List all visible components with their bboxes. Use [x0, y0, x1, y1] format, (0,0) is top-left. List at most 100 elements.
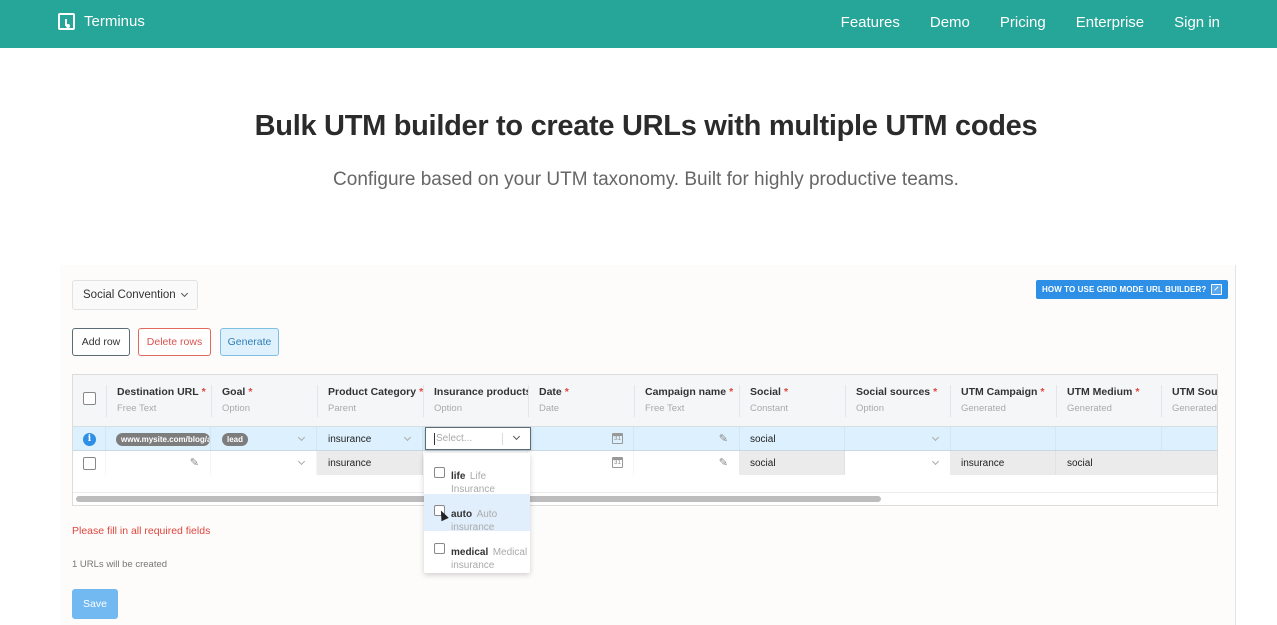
select-divider	[502, 433, 503, 445]
text-caret	[434, 432, 435, 445]
column-header: Destination URL * Free Text	[106, 375, 211, 427]
cell-value: insurance	[328, 433, 372, 445]
cell-value: social	[750, 457, 776, 469]
utm-campaign-cell: insurance	[950, 451, 1056, 475]
brand-name: Terminus	[84, 13, 145, 30]
convention-select-label: Social Convention	[83, 289, 176, 301]
chevron-down-icon	[180, 289, 188, 298]
info-icon[interactable]: i	[83, 432, 96, 446]
chevron-down-icon	[403, 433, 412, 442]
column-header: Social * Constant	[739, 375, 845, 427]
campaign-name-cell[interactable]: ✎	[634, 451, 740, 475]
column-type: Option	[856, 403, 884, 414]
insurance-products-select[interactable]: Select...	[425, 427, 531, 450]
column-title: Product Category	[328, 386, 417, 398]
option-code: medical	[451, 547, 489, 558]
table-row[interactable]: ✎ insurance 31 ✎ social insurance social	[73, 451, 1217, 475]
pencil-icon[interactable]: ✎	[190, 456, 199, 469]
menu-option-medical[interactable]: medical Medical insurance	[424, 532, 530, 571]
calendar-icon[interactable]: 31	[612, 457, 623, 468]
column-title: Date	[539, 386, 562, 398]
cell-value: social	[1067, 457, 1093, 469]
option-code: life	[451, 471, 466, 482]
goal-cell[interactable]	[211, 451, 317, 475]
utm-campaign-cell	[950, 427, 1056, 451]
column-title: UTM Campaign	[961, 386, 1038, 398]
chevron-down-icon[interactable]	[512, 432, 521, 441]
add-row-button[interactable]: Add row	[72, 328, 130, 356]
utm-grid: Destination URL * Free Text Goal * Option …	[72, 374, 1218, 506]
brand-logo-link[interactable]: Terminus	[58, 13, 145, 30]
utm-source-cell	[1161, 451, 1217, 475]
table-row[interactable]: i www.mysite.com/blog/a lead insurance 3…	[73, 427, 1217, 451]
option-code: auto	[451, 509, 473, 520]
column-type: Date	[539, 403, 560, 414]
nav-link-pricing[interactable]: Pricing	[1000, 14, 1046, 31]
column-title: Campaign name	[645, 386, 727, 398]
goal-cell[interactable]: lead	[211, 427, 317, 451]
option-label: Medical	[492, 547, 528, 558]
nav-link-features[interactable]: Features	[841, 14, 900, 31]
destination-url-cell[interactable]: www.mysite.com/blog/a	[106, 427, 211, 451]
required-mark: *	[933, 386, 938, 398]
generate-button[interactable]: Generate	[220, 328, 279, 356]
required-mark: *	[783, 386, 789, 398]
option-label: Auto	[476, 509, 498, 520]
column-type: Option	[222, 403, 250, 414]
row-select-cell	[73, 451, 106, 475]
column-type: Option	[434, 403, 462, 414]
product-category-cell[interactable]: insurance	[317, 427, 423, 451]
column-title: Goal	[222, 386, 246, 398]
insurance-products-menu: life Life Insurance auto Auto insurance …	[424, 453, 530, 573]
date-cell[interactable]: 31	[528, 451, 634, 475]
select-all-checkbox[interactable]	[83, 392, 96, 405]
utm-source-cell	[1161, 427, 1217, 451]
pencil-icon[interactable]: ✎	[719, 432, 728, 445]
social-cell: social	[739, 427, 845, 451]
column-title: Social	[750, 386, 781, 398]
empty-row	[73, 475, 1217, 493]
option-checkbox[interactable]	[434, 467, 445, 478]
header-select-all	[73, 375, 106, 427]
pencil-icon[interactable]: ✎	[719, 456, 728, 469]
required-mark: *	[1135, 386, 1140, 398]
destination-url-cell[interactable]: ✎	[106, 451, 211, 475]
campaign-name-cell[interactable]: ✎	[634, 427, 740, 451]
external-link-icon	[1211, 284, 1223, 295]
option-checkbox[interactable]	[434, 543, 445, 554]
hero-subtitle: Configure based on your UTM taxonomy. Bu…	[333, 169, 959, 190]
how-to-use-button[interactable]: HOW TO USE GRID MODE URL BUILDER?	[1036, 280, 1229, 299]
column-title: UTM Medium	[1067, 386, 1133, 398]
option-label-line2: insurance	[451, 560, 495, 571]
row-checkbox[interactable]	[83, 456, 96, 470]
social-cell: social	[739, 451, 845, 475]
convention-select[interactable]: Social Convention	[72, 280, 198, 310]
menu-option-life[interactable]: life Life Insurance	[424, 456, 530, 495]
column-type: Constant	[750, 403, 789, 414]
save-button[interactable]: Save	[72, 589, 118, 619]
nav-link-enterprise[interactable]: Enterprise	[1076, 14, 1144, 31]
chevron-down-icon	[931, 433, 940, 442]
column-title: UTM Sou	[1172, 386, 1218, 398]
nav-links: Features Demo Pricing Enterprise Sign in	[841, 14, 1220, 31]
nav-link-sign-in[interactable]: Sign in	[1174, 14, 1220, 31]
utm-medium-cell	[1056, 427, 1162, 451]
social-sources-cell[interactable]	[845, 427, 951, 451]
date-cell[interactable]: 31	[528, 427, 634, 451]
column-header: Social sources * Option	[845, 375, 951, 427]
terminus-logo-icon	[58, 13, 75, 30]
option-label: Life	[469, 471, 487, 482]
column-title: Destination URL	[117, 386, 199, 398]
nav-link-demo[interactable]: Demo	[930, 14, 970, 31]
column-title: Insurance products	[434, 386, 529, 398]
delete-rows-button[interactable]: Delete rows	[138, 328, 211, 356]
calendar-icon[interactable]: 31	[612, 433, 623, 444]
select-placeholder: Select...	[436, 433, 473, 444]
menu-option-auto[interactable]: auto Auto insurance	[424, 494, 530, 533]
social-sources-cell[interactable]	[845, 451, 951, 475]
chevron-down-icon	[297, 433, 306, 442]
required-mark: *	[201, 386, 206, 398]
cell-value: social	[750, 433, 776, 445]
column-type: Free Text	[117, 403, 157, 414]
how-to-use-label: HOW TO USE GRID MODE URL BUILDER?	[1042, 285, 1207, 294]
